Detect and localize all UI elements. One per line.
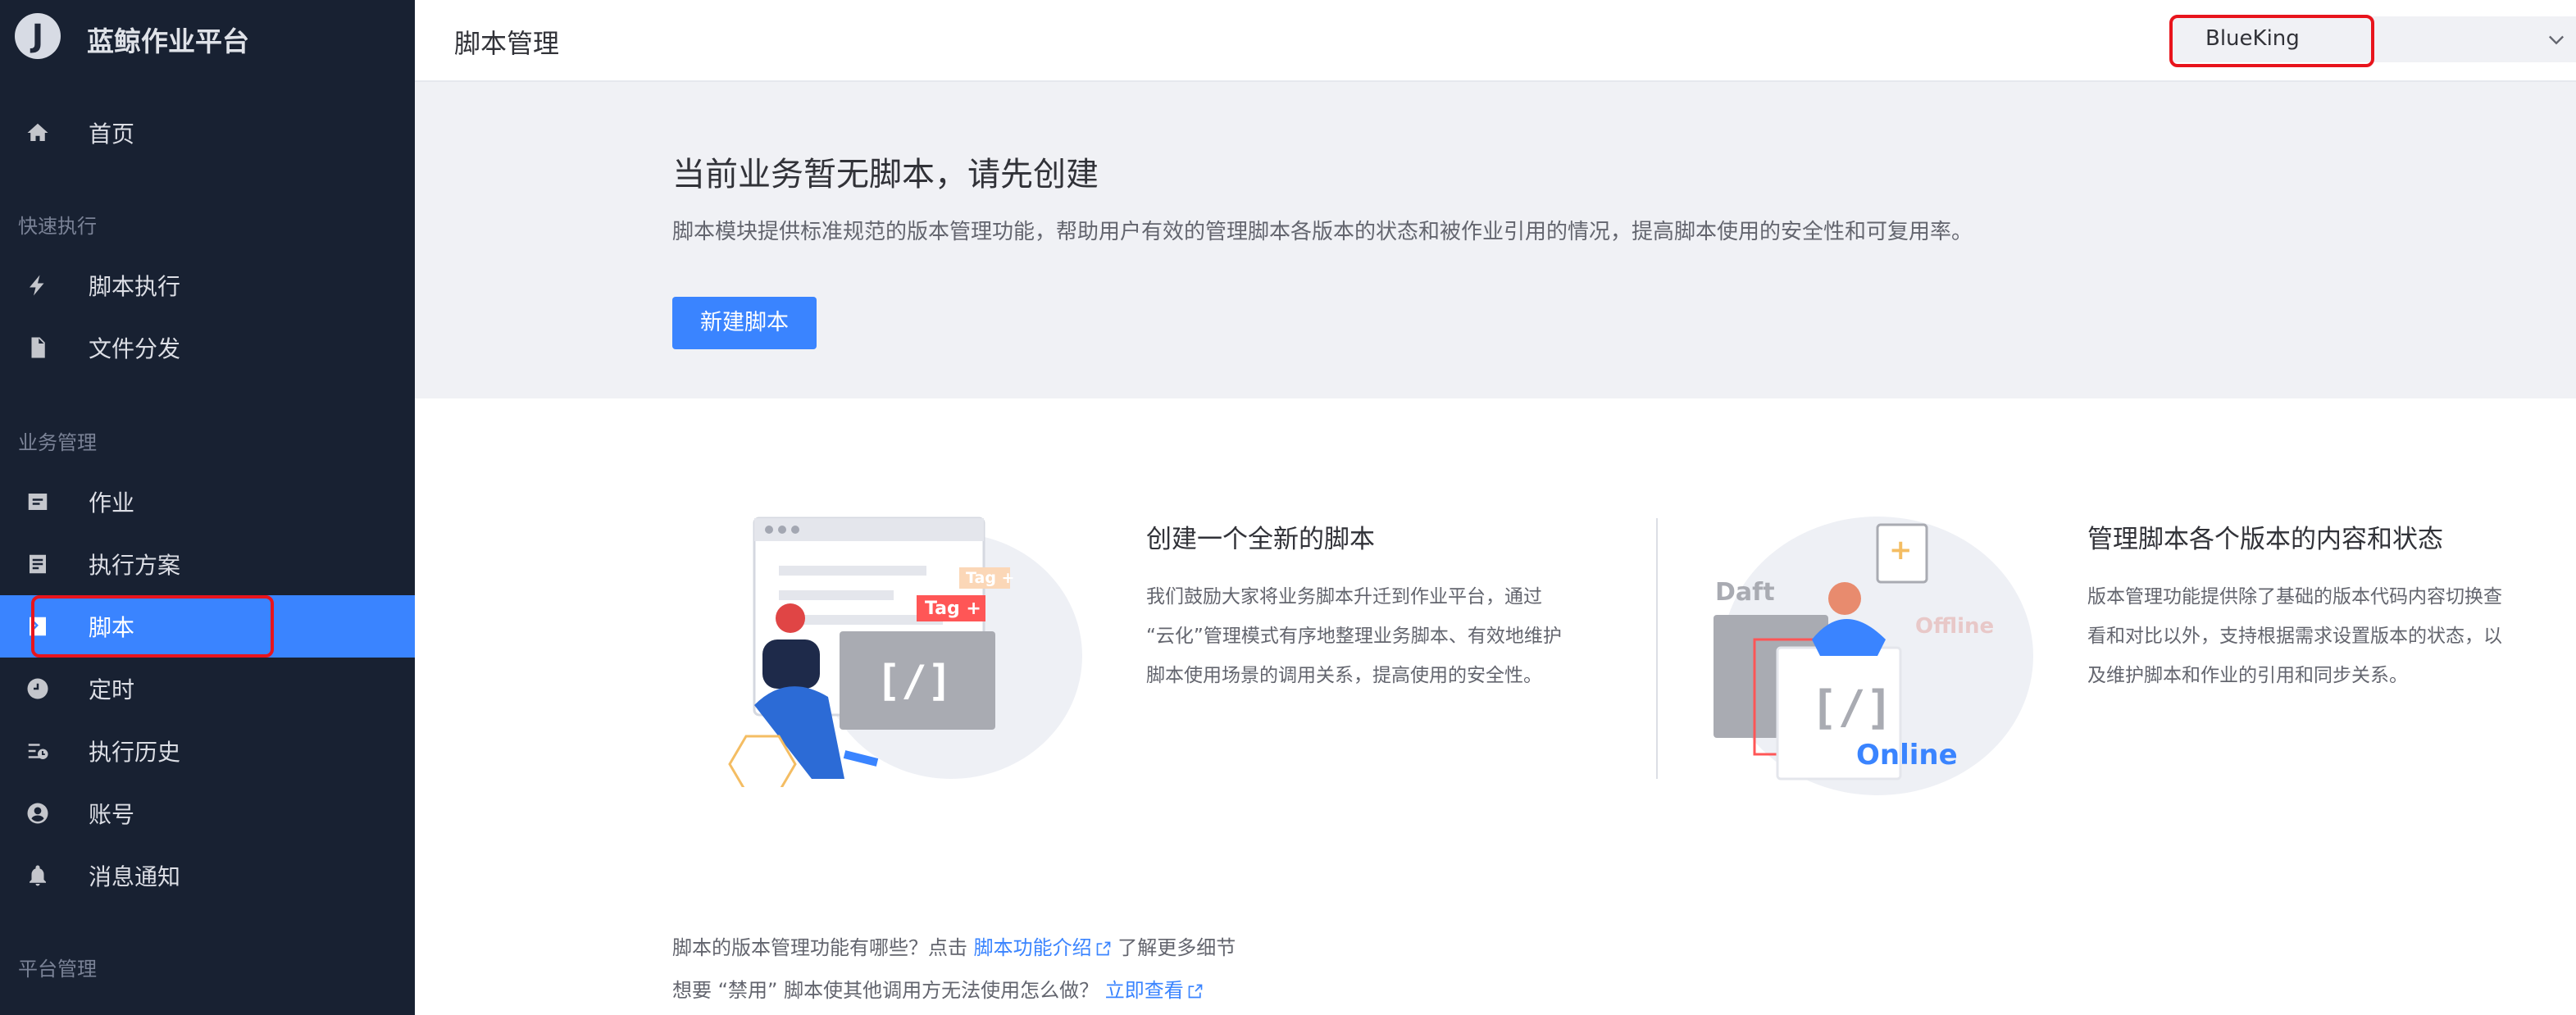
sidebar-item-label: 消息通知 <box>89 863 181 890</box>
sidebar: J 蓝鲸作业平台 首页 快速执行 脚本执行 文件分发 业务管理 作业 执行方案 … <box>0 0 415 1015</box>
plus-icon: + <box>1889 534 1913 567</box>
version-manage-illustration: + Daft [/] Offline Online <box>1714 517 2033 795</box>
group-title-business: 业务管理 <box>18 431 97 454</box>
brand-logo: J <box>15 13 61 59</box>
sidebar-item-file-distribute[interactable]: 文件分发 <box>0 316 415 379</box>
description-line: 看和对比以外，支持根据需求设置版本的状态，以 <box>2087 626 2502 647</box>
view-now-link[interactable]: 立即查看 <box>1105 979 1204 1002</box>
account-icon <box>25 800 51 826</box>
top-header: 脚本管理 BlueKing <box>415 0 2576 82</box>
chevron-down-icon <box>2549 35 2564 45</box>
sidebar-item-plan[interactable]: 执行方案 <box>0 533 415 595</box>
sidebar-item-label: 定时 <box>89 676 135 703</box>
brand[interactable]: J 蓝鲸作业平台 <box>0 0 415 79</box>
app-root: J 蓝鲸作业平台 首页 快速执行 脚本执行 文件分发 业务管理 作业 执行方案 … <box>0 0 2576 1015</box>
sidebar-item-history[interactable]: 执行历史 <box>0 720 415 782</box>
empty-banner: 当前业务暂无脚本，请先创建 脚本模块提供标准规范的版本管理功能，帮助用户有效的管… <box>415 82 2576 398</box>
code-label: [/] <box>1810 681 1893 735</box>
sidebar-item-label: 文件分发 <box>89 335 181 362</box>
sidebar-item-home[interactable]: 首页 <box>0 102 415 164</box>
sidebar-item-label: 执行历史 <box>89 739 181 766</box>
clock-icon <box>25 676 51 702</box>
description-line: 及维护脚本和作业的引用和同步关系。 <box>2087 665 2408 686</box>
description-line: 我们鼓励大家将业务脚本升迁到作业平台，通过 <box>1146 586 1542 608</box>
file-distribute-icon <box>25 335 51 361</box>
external-link-icon <box>1188 984 1203 999</box>
offline-label: Offline <box>1915 614 1994 639</box>
feature-version-title: 管理脚本各个版本的内容和状态 <box>2087 525 2443 554</box>
feature-create-title: 创建一个全新的脚本 <box>1146 525 1375 554</box>
highlight-box-business <box>2169 15 2374 67</box>
group-title-platform: 平台管理 <box>18 958 97 981</box>
sidebar-item-script-execute[interactable]: 脚本执行 <box>0 254 415 316</box>
sidebar-item-label: 脚本执行 <box>89 273 181 300</box>
sidebar-item-label: 首页 <box>89 121 135 148</box>
tag-label-large: Tag + <box>925 599 981 619</box>
feature-version-description: 版本管理功能提供除了基础的版本代码内容切换查 看和对比以外，支持根据需求设置版本… <box>2087 577 2502 695</box>
description-line: “云化”管理模式有序地整理业务脚本、有效地维护 <box>1146 626 1562 647</box>
description-line: 脚本使用场景的调用关系，提高使用的安全性。 <box>1146 665 1542 686</box>
help-line-disable: 想要 “禁用” 脚本使其他调用方无法使用怎么做？ 立即查看 <box>672 974 1204 1003</box>
sidebar-item-notify[interactable]: 消息通知 <box>0 844 415 907</box>
sidebar-item-account[interactable]: 账号 <box>0 782 415 844</box>
bell-icon <box>25 863 51 889</box>
sidebar-item-job[interactable]: 作业 <box>0 471 415 533</box>
history-icon <box>25 738 51 764</box>
description-line: 版本管理功能提供除了基础的版本代码内容切换查 <box>2087 586 2502 608</box>
help-line-features: 脚本的版本管理功能有哪些？点击 脚本功能介绍 了解更多细节 <box>672 931 1236 960</box>
sidebar-item-cron[interactable]: 定时 <box>0 658 415 720</box>
help-text: 了解更多细节 <box>1111 936 1236 959</box>
help-text: 脚本的版本管理功能有哪些？点击 <box>672 936 974 959</box>
sidebar-item-label: 作业 <box>89 489 135 517</box>
script-execute-icon <box>25 272 51 298</box>
create-script-button[interactable]: 新建脚本 <box>672 297 817 349</box>
plan-icon <box>25 551 51 577</box>
create-script-illustration: Tag + Tag + [/] <box>728 517 1082 787</box>
help-text: 想要 “禁用” 脚本使其他调用方无法使用怎么做？ <box>672 979 1105 1002</box>
draft-label: Daft <box>1715 578 1775 607</box>
sidebar-item-label: 执行方案 <box>89 552 181 579</box>
feature-divider <box>1656 518 1658 779</box>
external-link-icon <box>1096 941 1110 956</box>
feature-create-description: 我们鼓励大家将业务脚本升迁到作业平台，通过 “云化”管理模式有序地整理业务脚本、… <box>1146 577 1562 695</box>
home-icon <box>25 120 51 146</box>
highlight-box-script <box>31 595 274 658</box>
code-label: [/] <box>876 657 953 706</box>
page-title: 脚本管理 <box>454 28 560 59</box>
script-intro-link[interactable]: 脚本功能介绍 <box>974 936 1112 959</box>
brand-name: 蓝鲸作业平台 <box>87 25 249 57</box>
sidebar-item-label: 账号 <box>89 801 135 828</box>
online-label: Online <box>1856 739 1958 771</box>
job-icon <box>25 489 51 515</box>
tag-label-small: Tag + <box>966 569 1014 587</box>
banner-title: 当前业务暂无脚本，请先创建 <box>672 156 1099 193</box>
banner-description: 脚本模块提供标准规范的版本管理功能，帮助用户有效的管理脚本各版本的状态和被作业引… <box>672 220 1973 244</box>
group-title-quick-exec: 快速执行 <box>18 215 97 238</box>
